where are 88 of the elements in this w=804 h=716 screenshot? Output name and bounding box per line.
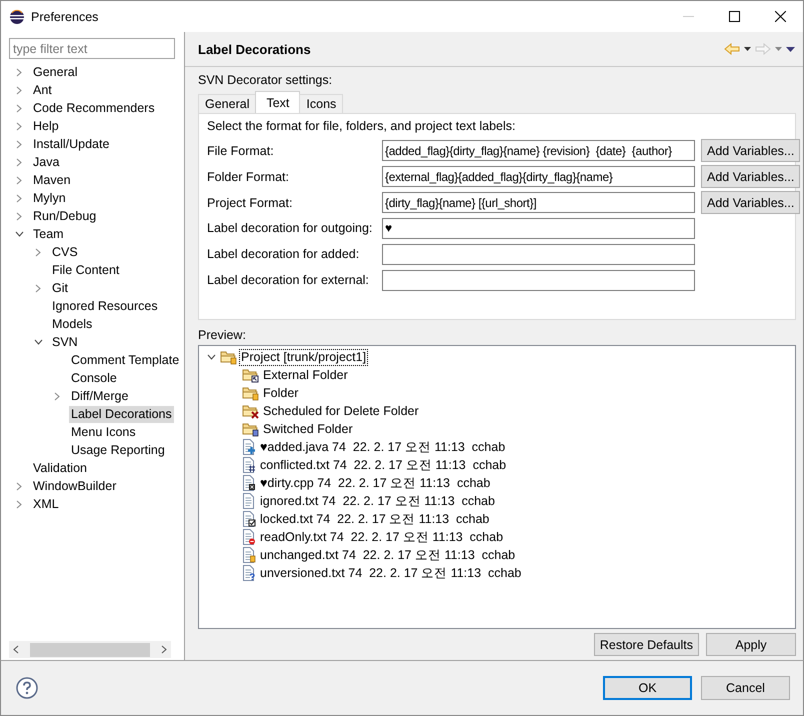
maximize-icon[interactable]: [728, 11, 740, 22]
tree-item[interactable]: Help: [31, 118, 61, 134]
tree-item[interactable]: Ant: [31, 82, 54, 98]
tree-item[interactable]: readOnly.txt 74 22. 2. 17 오전 11:13 cchab: [259, 530, 504, 544]
field-label: Folder Format:: [207, 170, 290, 184]
tree-item[interactable]: Usage Reporting: [69, 442, 167, 458]
tree-item[interactable]: Validation: [31, 460, 89, 476]
tree-item[interactable]: Models: [50, 316, 94, 332]
add-variables-button[interactable]: Add Variables...: [701, 139, 800, 162]
folder-icon: [242, 367, 259, 383]
text-field[interactable]: {external_flag}{added_flag}{dirty_flag}{name}: [382, 166, 695, 187]
file-icon: [242, 475, 256, 491]
tree-item[interactable]: conflicted.txt 74 22. 2. 17 오전 11:13 cchab: [259, 458, 508, 472]
tree-item[interactable]: ♥added.java 74 22. 2. 17 오전 11:13 cchab: [259, 440, 506, 454]
tree-item[interactable]: Team: [31, 226, 66, 242]
instruction-text: Select the format for file, folders, and project text labels:: [207, 119, 516, 133]
restore-defaults-button[interactable]: Restore Defaults: [594, 633, 699, 656]
tree-item[interactable]: Run/Debug: [31, 208, 98, 224]
scroll-right-icon[interactable]: [161, 645, 167, 654]
app-icon: [9, 8, 25, 24]
tree-item[interactable]: unversioned.txt 74 22. 2. 17 오전 11:13 cchab: [259, 566, 522, 580]
file-icon: [242, 439, 256, 455]
field-label: Label decoration for added:: [207, 247, 360, 261]
tree-item[interactable]: WindowBuilder: [31, 478, 118, 494]
tree-item[interactable]: General: [31, 64, 80, 80]
tree-item[interactable]: ♥dirty.cpp 74 22. 2. 17 오전 11:13 cchab: [259, 476, 492, 490]
tree-item[interactable]: Scheduled for Delete Folder: [262, 404, 420, 418]
file-icon: [242, 565, 256, 581]
close-icon[interactable]: [774, 11, 786, 22]
tree-item[interactable]: Install/Update: [31, 136, 112, 152]
text-field[interactable]: {added_flag}{dirty_flag}{name} {revision} {date} {author}: [382, 140, 695, 161]
tree-item[interactable]: Git: [50, 280, 70, 296]
horizontal-scrollbar[interactable]: [9, 641, 171, 658]
tree-item[interactable]: ignored.txt 74 22. 2. 17 오전 11:13 cchab: [259, 494, 496, 508]
tab[interactable]: Text: [255, 91, 300, 113]
folder-icon: [242, 385, 259, 401]
field-label: Label decoration for outgoing:: [207, 221, 374, 235]
folder-icon: [242, 421, 259, 437]
field-label: File Format:: [207, 144, 275, 158]
tree-item[interactable]: Project [trunk/project1]: [240, 350, 368, 364]
tree-item[interactable]: Maven: [31, 172, 73, 188]
tree-item[interactable]: Diff/Merge: [69, 388, 130, 404]
apply-button[interactable]: Apply: [706, 633, 796, 656]
folder-icon: [220, 349, 237, 365]
ok-button[interactable]: OK: [603, 676, 692, 700]
tab[interactable]: General: [198, 94, 256, 113]
window-title: Preferences: [31, 10, 100, 24]
tree-item[interactable]: External Folder: [262, 368, 349, 382]
tree-item[interactable]: Folder: [262, 386, 300, 400]
tree-item[interactable]: CVS: [50, 244, 80, 260]
field-label: Project Format:: [207, 196, 294, 210]
tree-item[interactable]: unchanged.txt 74 22. 2. 17 오전 11:13 cchab: [259, 548, 516, 562]
text-field[interactable]: ♥: [382, 218, 695, 238]
tree-item[interactable]: Java: [31, 154, 62, 170]
tree-item[interactable]: Code Recommenders: [31, 100, 157, 116]
tree-item[interactable]: XML: [31, 496, 61, 512]
file-icon: [242, 529, 256, 545]
tree-item[interactable]: Comment Template: [69, 352, 182, 368]
tree-item[interactable]: Mylyn: [31, 190, 68, 206]
text-field[interactable]: [382, 244, 695, 264]
file-icon: [242, 457, 256, 473]
filter-field[interactable]: type filter text: [9, 38, 175, 59]
group-label: SVN Decorator settings:: [198, 73, 334, 87]
file-icon: [242, 547, 256, 563]
preview-label: Preview:: [198, 328, 247, 342]
tree-item[interactable]: Ignored Resources: [50, 298, 160, 314]
tree-item[interactable]: Label Decorations: [69, 406, 174, 422]
tree-item[interactable]: Switched Folder: [262, 422, 354, 436]
file-icon: [242, 511, 256, 527]
tree-item[interactable]: locked.txt 74 22. 2. 17 오전 11:13 cchab: [259, 512, 490, 526]
tab[interactable]: Icons: [299, 94, 344, 113]
tree-item[interactable]: SVN: [50, 334, 80, 350]
add-variables-button[interactable]: Add Variables...: [701, 165, 800, 188]
page-title: Label Decorations: [198, 42, 312, 56]
field-label: Label decoration for external:: [207, 273, 370, 287]
scroll-left-icon[interactable]: [13, 645, 19, 654]
tree-item[interactable]: Console: [69, 370, 119, 386]
menu-icon[interactable]: [786, 46, 795, 52]
add-variables-button[interactable]: Add Variables...: [701, 191, 800, 214]
tree-item[interactable]: File Content: [50, 262, 122, 278]
help-icon[interactable]: [16, 677, 38, 699]
dropdown-icon[interactable]: [744, 47, 751, 51]
folder-icon: [242, 403, 259, 419]
tree-item[interactable]: Menu Icons: [69, 424, 138, 440]
text-field[interactable]: [382, 270, 695, 290]
cancel-button[interactable]: Cancel: [701, 676, 790, 700]
text-field[interactable]: {dirty_flag}{name} [{url_short}]: [382, 192, 695, 213]
file-icon: [242, 493, 256, 509]
